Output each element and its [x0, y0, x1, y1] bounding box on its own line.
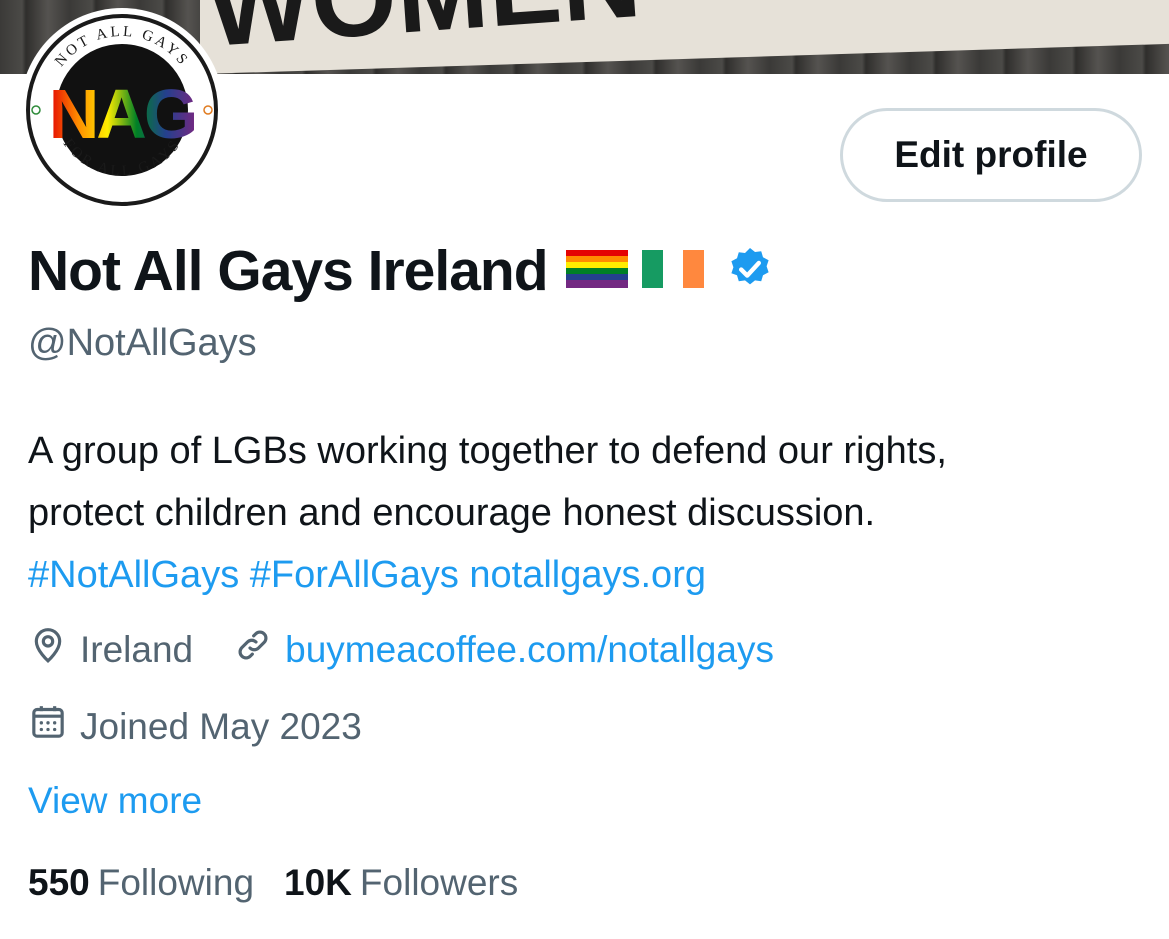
following-stat[interactable]: 550 Following [28, 862, 254, 904]
profile-meta-row: Ireland buymeacoffee.com/notallgays [28, 625, 774, 674]
profile-location: Ireland [80, 628, 194, 670]
profile-external-link[interactable]: buymeacoffee.com/notallgays [285, 629, 774, 671]
rainbow-flag-icon [565, 249, 628, 293]
svg-text:WOMEN: WOMEN [203, 0, 644, 70]
edit-profile-button[interactable]: Edit profile [840, 108, 1142, 202]
bio-links: #NotAllGays #ForAllGays notallgays.org [28, 544, 1148, 606]
profile-joined-row: Joined May 2023 [28, 702, 362, 751]
profile-name: Not All Gays Ireland [28, 239, 549, 303]
profile-stats: 550 Following 10K Followers [28, 862, 518, 904]
website-link[interactable]: notallgays.org [469, 554, 706, 596]
followers-stat[interactable]: 10K Followers [284, 862, 518, 904]
verified-badge-icon[interactable] [726, 245, 774, 298]
profile-name-row: Not All Gays Ireland [28, 236, 774, 306]
ireland-flag-icon [641, 249, 704, 293]
profile-handle: @NotAllGays [28, 322, 257, 364]
profile-avatar[interactable]: NAG NOT ALL GAYS FOR ALL GAYS [20, 8, 224, 212]
followers-count: 10K [284, 862, 352, 903]
following-count: 550 [28, 862, 90, 903]
followers-label: Followers [359, 862, 519, 903]
link-icon [233, 625, 273, 674]
location-pin-icon [28, 625, 68, 674]
calendar-icon [28, 702, 68, 751]
bio-line: A group of LGBs working together to defe… [28, 430, 947, 472]
nag-logo: NAG NOT ALL GAYS FOR ALL GAYS [26, 14, 218, 206]
profile-joined-date: Joined May 2023 [80, 705, 362, 747]
view-more-link[interactable]: View more [28, 780, 202, 822]
profile-bio: A group of LGBs working together to defe… [28, 420, 1148, 606]
hashtag-link[interactable]: #ForAllGays [250, 554, 459, 596]
following-label: Following [97, 862, 255, 903]
bio-line: protect children and encourage honest di… [28, 492, 876, 534]
hashtag-link[interactable]: #NotAllGays [28, 554, 239, 596]
